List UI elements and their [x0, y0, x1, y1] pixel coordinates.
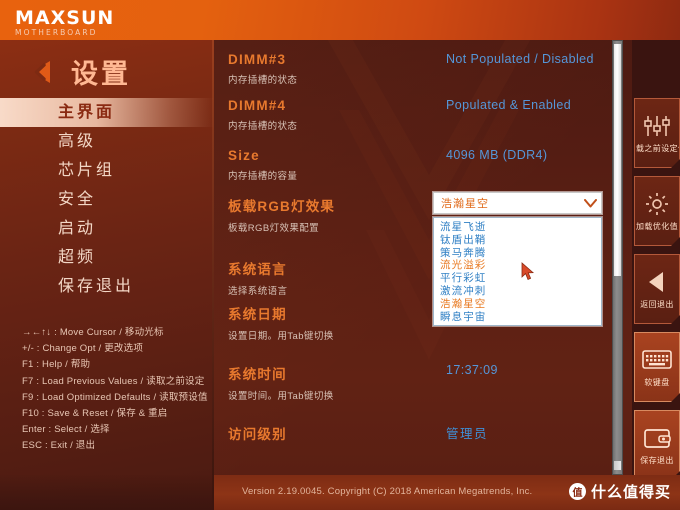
gear-icon	[644, 191, 670, 217]
help-key-esc: ESC : Exit / 退出	[22, 440, 96, 452]
sidebar-item-security[interactable]: 安全	[0, 185, 214, 214]
rail-button-label: 保存退出	[640, 455, 674, 465]
brand-logo: MAXSUN MOTHERBOARD	[15, 9, 114, 37]
keyboard-icon	[642, 347, 672, 373]
row-system-time[interactable]: 系统时间 设置时间。用Tab键切换 17:37:09	[228, 363, 620, 402]
sidebar-item-main[interactable]: 主界面	[0, 98, 214, 127]
row-dimm4[interactable]: DIMM#4 内存插槽的状态 Populated & Enabled	[228, 98, 620, 132]
row-label: Size	[228, 148, 260, 163]
bios-version-text: Version 2.19.0045. Copyright (C) 2018 Am…	[242, 486, 533, 497]
watermark-text: 什么值得买	[591, 484, 672, 501]
row-description: 内存插槽的状态	[228, 75, 298, 86]
rgb-effect-selected-value: 浩瀚星空	[441, 198, 489, 210]
brand-name: MAXSUN	[15, 7, 115, 29]
footer-bar: Version 2.19.0045. Copyright (C) 2018 Am…	[214, 475, 680, 510]
back-triangle-icon	[644, 269, 670, 295]
row-label: 系统时间	[228, 367, 287, 382]
rail-button-label: 加载优化值	[636, 221, 678, 231]
dropdown-option[interactable]: 钛盾出鞘	[440, 234, 601, 247]
rgb-effect-dropdown-list[interactable]: 流星飞逝 钛盾出鞘 策马奔腾 流光溢彩 平行彩虹 激流冲刺 浩瀚星空 瞬息宇宙	[433, 217, 602, 326]
sidebar-header: 设置	[28, 52, 131, 91]
row-value: 17:37:09	[446, 363, 498, 377]
rail-button-label: 返回退出	[640, 299, 674, 309]
load-optimized-defaults-button[interactable]: 加载优化值	[634, 176, 680, 246]
save-exit-button[interactable]: 保存退出	[634, 410, 680, 480]
row-label: 访问级别	[228, 427, 287, 442]
row-dimm3[interactable]: DIMM#3 内存插槽的状态 Not Populated / Disabled	[228, 52, 620, 86]
dropdown-option[interactable]: 瞬息宇宙	[440, 311, 601, 324]
right-action-rail: 加载之前设定值 加载优化值 返回退出	[632, 40, 680, 475]
top-header-bar: MAXSUN MOTHERBOARD	[0, 0, 680, 40]
help-key-change: +/- : Change Opt / 更改选项	[22, 343, 144, 355]
brand-tagline: MOTHERBOARD	[15, 28, 98, 37]
dropdown-option[interactable]: 流星飞逝	[440, 221, 601, 234]
rgb-effect-select[interactable]: 浩瀚星空	[433, 192, 602, 214]
rail-button-label: 软键盘	[644, 377, 670, 387]
soft-keyboard-button[interactable]: 软键盘	[634, 332, 680, 402]
page-title: 设置	[71, 59, 131, 89]
scrollbar-bottom-cap[interactable]	[614, 461, 621, 470]
dropdown-option[interactable]: 策马奔腾	[440, 247, 601, 260]
sidebar-item-advanced[interactable]: 高级	[0, 127, 214, 156]
bios-screen: MAXSUN MOTHERBOARD 设置 主界面 高级 芯片组 安全 启动 超…	[0, 0, 680, 510]
row-description: 内存插槽的容量	[228, 171, 298, 182]
left-sidebar: 设置 主界面 高级 芯片组 安全 启动 超频 保存退出 →←↑↓ : Move …	[0, 40, 214, 510]
scrollbar-thumb[interactable]	[614, 44, 621, 276]
chevron-left-icon[interactable]	[28, 57, 58, 87]
help-key-move: →←↑↓ : Move Cursor / 移动光标	[22, 327, 164, 338]
row-description: 内存插槽的状态	[228, 121, 298, 132]
row-access-level: 访问级别 管理员	[228, 423, 620, 443]
chevron-down-icon[interactable]	[579, 198, 601, 208]
row-description: 设置日期。用Tab键切换	[228, 331, 334, 342]
back-exit-button[interactable]: 返回退出	[634, 254, 680, 324]
row-size[interactable]: Size 内存插槽的容量 4096 MB (DDR4)	[228, 148, 620, 182]
row-value: 4096 MB (DDR4)	[446, 148, 548, 162]
load-previous-values-button[interactable]: 加载之前设定值	[634, 98, 680, 168]
footer-left-filler	[0, 475, 214, 510]
help-key-f1: F1 : Help / 帮助	[22, 359, 91, 371]
site-watermark: 值 什么值得买	[569, 481, 671, 502]
help-key-f9: F9 : Load Optimized Defaults / 读取预设值	[22, 391, 208, 403]
dropdown-option[interactable]: 激流冲刺	[440, 285, 601, 298]
sidebar-item-chipset[interactable]: 芯片组	[0, 156, 214, 185]
help-key-legend: →←↑↓ : Move Cursor / 移动光标 +/- : Change O…	[22, 325, 222, 455]
row-value: 管理员	[446, 427, 489, 441]
row-value: Not Populated / Disabled	[446, 52, 594, 66]
watermark-badge-icon: 值	[569, 483, 586, 500]
dropdown-option[interactable]: 浩瀚星空	[440, 298, 601, 311]
help-key-enter: Enter : Select / 选择	[22, 424, 110, 436]
rail-button-label: 加载之前设定值	[635, 143, 678, 153]
row-value: Populated & Enabled	[446, 98, 572, 112]
help-key-f7: F7 : Load Previous Values / 读取之前设定	[22, 375, 205, 387]
sidebar-item-overclock[interactable]: 超频	[0, 243, 214, 272]
content-scrollbar[interactable]	[612, 40, 623, 475]
sidebar-item-boot[interactable]: 启动	[0, 214, 214, 243]
mouse-cursor-icon	[521, 262, 535, 281]
sliders-icon	[643, 113, 671, 139]
row-description: 设置时间。用Tab键切换	[228, 391, 334, 402]
sidebar-item-save-exit[interactable]: 保存退出	[0, 272, 214, 301]
sidebar-menu: 主界面 高级 芯片组 安全 启动 超频 保存退出	[0, 98, 214, 301]
help-key-f10: F10 : Save & Reset / 保存 & 重启	[22, 408, 168, 420]
save-exit-icon	[643, 425, 671, 451]
